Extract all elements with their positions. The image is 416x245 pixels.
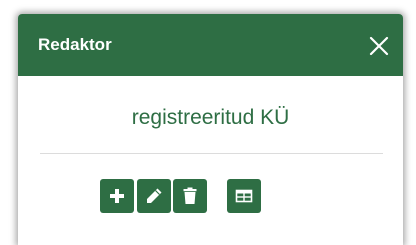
table-button[interactable] (227, 179, 261, 213)
pencil-icon (147, 188, 162, 203)
close-icon (369, 36, 389, 56)
trash-icon (183, 187, 197, 204)
edit-button[interactable] (137, 179, 171, 213)
plus-icon (110, 189, 124, 203)
dialog-header: Redaktor (18, 14, 403, 76)
close-button[interactable] (369, 36, 389, 56)
dialog-title: Redaktor (38, 35, 112, 54)
add-button[interactable] (100, 179, 134, 213)
delete-button[interactable] (173, 179, 207, 213)
page: Redaktor registreeritud KÜ (0, 0, 416, 245)
layer-name: registreeritud KÜ (131, 106, 290, 129)
table-icon (235, 189, 253, 203)
divider (40, 153, 383, 154)
editor-dialog: Redaktor registreeritud KÜ (18, 14, 403, 245)
